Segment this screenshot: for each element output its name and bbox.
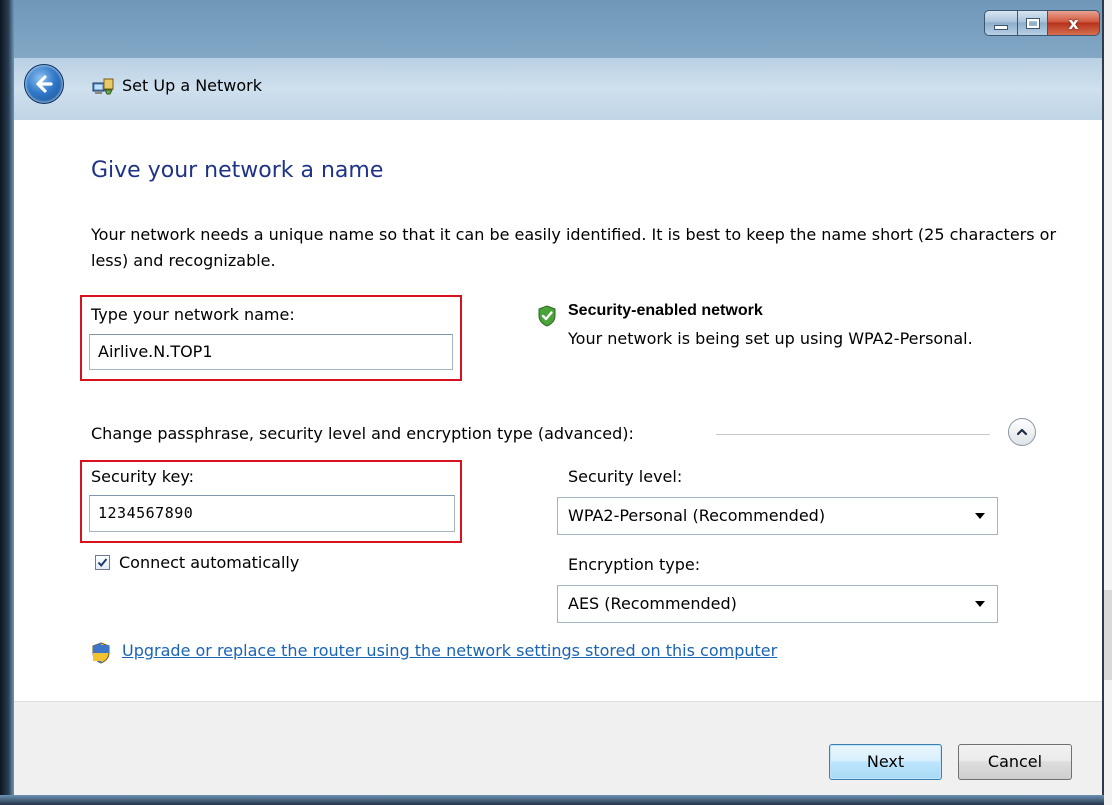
- back-arrow-icon: [36, 75, 53, 93]
- network-name-field[interactable]: Airlive.N.TOP1: [89, 334, 453, 370]
- maximize-button[interactable]: [1018, 10, 1048, 36]
- close-icon: x: [1068, 13, 1079, 33]
- window-title: Set Up a Network: [122, 76, 263, 95]
- security-level-label: Security level:: [568, 467, 683, 486]
- divider: [716, 434, 990, 435]
- encryption-type-value: AES (Recommended): [568, 594, 737, 613]
- network-name-label: Type your network name:: [91, 305, 295, 324]
- advanced-label: Change passphrase, security level and en…: [91, 424, 634, 443]
- close-button[interactable]: x: [1048, 10, 1100, 36]
- security-key-field[interactable]: 1234567890: [89, 495, 455, 532]
- checkmark-icon: [97, 558, 108, 568]
- network-setup-icon: [92, 78, 114, 95]
- dropdown-arrow-icon: [975, 601, 985, 607]
- security-description: Your network is being set up using WPA2-…: [568, 329, 973, 348]
- maximize-icon: [1025, 17, 1040, 29]
- window-bottom-edge: [0, 795, 1104, 805]
- cancel-button[interactable]: Cancel: [958, 744, 1072, 780]
- shield-check-icon: [538, 305, 556, 327]
- upgrade-router-link[interactable]: Upgrade or replace the router using the …: [122, 641, 777, 660]
- security-level-dropdown[interactable]: WPA2-Personal (Recommended): [557, 497, 998, 535]
- security-key-label: Security key:: [91, 467, 195, 486]
- encryption-type-label: Encryption type:: [568, 555, 701, 574]
- minimize-button[interactable]: [984, 10, 1018, 36]
- security-level-value: WPA2-Personal (Recommended): [568, 506, 826, 525]
- encryption-type-dropdown[interactable]: AES (Recommended): [557, 585, 998, 623]
- caption-buttons: x: [984, 10, 1100, 36]
- security-title: Security-enabled network: [568, 302, 763, 319]
- page-description: Your network needs a unique name so that…: [91, 225, 1057, 270]
- page-title: Give your network a name: [91, 158, 384, 183]
- background-strip: [1104, 0, 1112, 805]
- minimize-icon: [994, 24, 1008, 30]
- back-button[interactable]: [24, 64, 64, 104]
- connect-automatically-label: Connect automatically: [119, 553, 300, 572]
- next-button[interactable]: Next: [829, 744, 942, 780]
- dropdown-arrow-icon: [975, 513, 985, 519]
- collapse-advanced-button[interactable]: [1008, 418, 1036, 446]
- connect-automatically-checkbox[interactable]: [95, 555, 110, 570]
- uac-shield-icon: [92, 642, 110, 664]
- chevron-up-icon: [1016, 428, 1028, 436]
